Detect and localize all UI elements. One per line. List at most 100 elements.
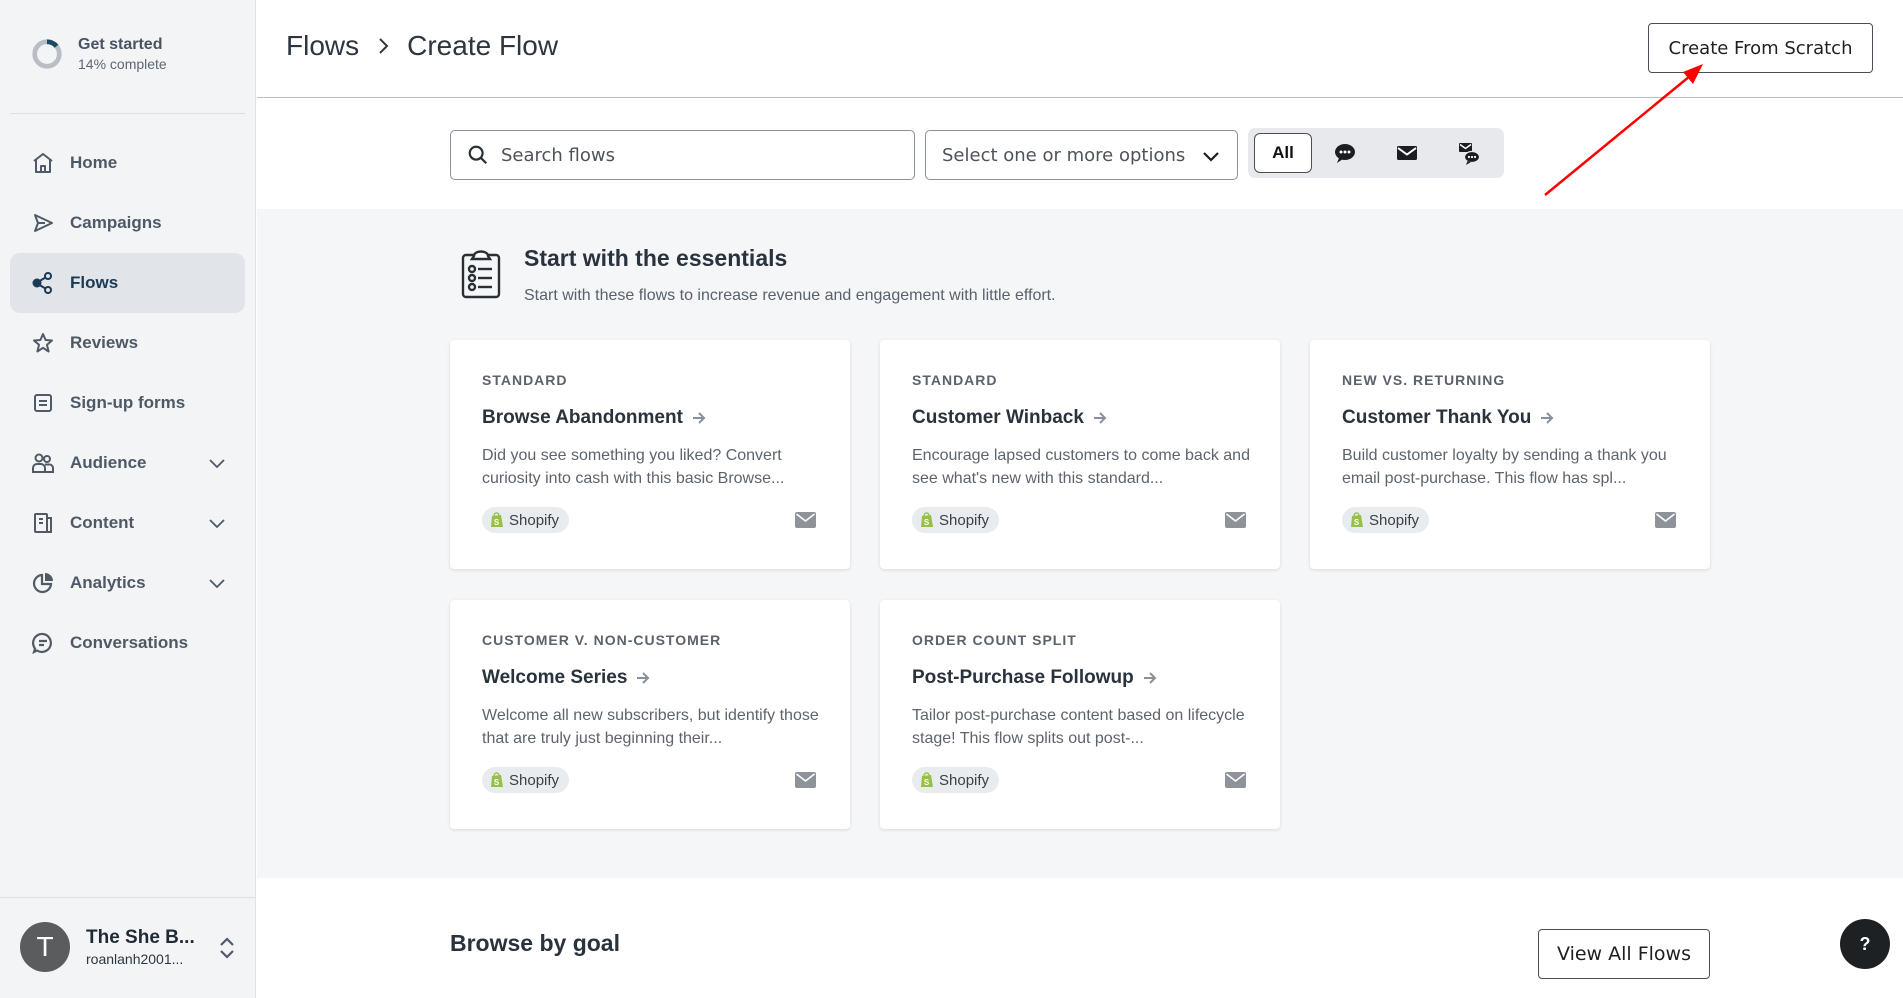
chevron-down-icon[interactable] <box>207 513 227 533</box>
channel-filter: All <box>1248 128 1504 178</box>
help-button[interactable]: ? <box>1840 919 1890 969</box>
email-icon <box>795 772 816 788</box>
sidebar-item-home[interactable]: Home <box>10 133 245 193</box>
get-started-progress: 14% complete <box>78 56 167 72</box>
sidebar-item-label: Content <box>70 513 135 532</box>
flow-card[interactable]: CUSTOMER V. NON-CUSTOMER Welcome Series … <box>450 600 850 829</box>
sidebar-item-audience[interactable]: Audience <box>10 433 245 493</box>
svg-text:S: S <box>494 778 500 787</box>
integration-label: Shopify <box>939 771 990 789</box>
shopify-icon: S <box>491 512 503 527</box>
flow-card-title[interactable]: Browse Abandonment <box>482 407 707 429</box>
flow-card-tag: STANDARD <box>912 372 998 388</box>
sidebar-item-label: Conversations <box>70 633 189 652</box>
chevron-down-icon <box>1203 152 1219 162</box>
channel-sms-button[interactable] <box>1316 133 1374 173</box>
flow-card[interactable]: ORDER COUNT SPLIT Post-Purchase Followup… <box>880 600 1280 829</box>
sidebar-item-reviews[interactable]: Reviews <box>10 313 245 373</box>
sidebar-nav: Home Campaigns Flows Reviews Sign-up for… <box>10 133 245 673</box>
arrow-right-icon <box>692 412 706 424</box>
shopify-icon: S <box>921 772 933 787</box>
flow-card-title-text: Welcome Series <box>482 667 628 688</box>
integration-label: Shopify <box>1369 511 1420 529</box>
filter-bar: Select one or more options All <box>257 99 1903 209</box>
sidebar-item-flows[interactable]: Flows <box>10 253 245 313</box>
flow-card-tag: CUSTOMER V. NON-CUSTOMER <box>482 632 722 648</box>
account-switcher[interactable]: T The She B... roanlanh2001... <box>20 922 240 972</box>
sidebar: Get started 14% complete Home Campaigns … <box>0 0 256 998</box>
star-icon <box>30 330 56 356</box>
flow-card[interactable]: STANDARD Browse Abandonment Did you see … <box>450 340 850 569</box>
arrow-right-icon <box>637 672 650 684</box>
arrow-right-icon <box>1541 412 1554 424</box>
breadcrumb: Flows Create Flow <box>286 30 558 62</box>
view-all-flows-button[interactable]: View All Flows <box>1538 929 1710 979</box>
svg-text:S: S <box>1354 518 1360 527</box>
flow-card-tag: NEW VS. RETURNING <box>1342 372 1506 388</box>
flow-card[interactable]: STANDARD Customer Winback Encourage laps… <box>880 340 1280 569</box>
chevron-up-down-icon[interactable] <box>216 934 238 962</box>
browse-by-goal-title: Browse by goal <box>450 930 620 956</box>
flow-card-title[interactable]: Customer Winback <box>912 407 1108 429</box>
breadcrumb-flows[interactable]: Flows <box>286 30 359 62</box>
flow-card-tag: STANDARD <box>482 372 568 388</box>
form-icon <box>30 390 56 416</box>
send-icon <box>30 210 56 236</box>
avatar: T <box>20 922 70 972</box>
sidebar-item-analytics[interactable]: Analytics <box>10 553 245 613</box>
sidebar-divider <box>10 113 245 114</box>
flow-card-title[interactable]: Welcome Series <box>482 667 651 689</box>
shopify-icon: S <box>1351 512 1363 527</box>
svg-text:S: S <box>924 778 930 787</box>
flow-card-description: Did you see something you liked? Convert… <box>482 447 785 487</box>
flow-card-description: Welcome all new subscribers, but identif… <box>482 707 819 747</box>
flow-card-title[interactable]: Customer Thank You <box>1342 407 1555 429</box>
account-name: The She B... <box>86 927 195 948</box>
flow-card-title[interactable]: Post-Purchase Followup <box>912 667 1158 689</box>
flow-card-description: Build customer loyalty by sending a than… <box>1342 447 1667 487</box>
page-header: Flows Create Flow Create From Scratch <box>257 0 1903 98</box>
get-started-widget[interactable]: Get started 14% complete <box>30 34 167 74</box>
arrow-right-icon <box>1093 412 1107 424</box>
analytics-icon <box>30 570 56 596</box>
sidebar-item-label: Sign-up forms <box>70 393 186 412</box>
integration-badge: S Shopify <box>1342 507 1430 533</box>
email-icon <box>1225 772 1246 788</box>
create-from-scratch-button[interactable]: Create From Scratch <box>1648 23 1873 73</box>
integration-badge: S Shopify <box>482 507 570 533</box>
chevron-down-icon[interactable] <box>207 453 227 473</box>
search-input[interactable] <box>501 144 901 166</box>
content-icon <box>30 510 56 536</box>
search-field[interactable] <box>450 130 915 180</box>
home-icon <box>30 150 56 176</box>
conversations-icon <box>30 630 56 656</box>
svg-text:S: S <box>494 518 500 527</box>
flow-card-title-text: Browse Abandonment <box>482 407 683 428</box>
integration-badge: S Shopify <box>482 767 570 793</box>
search-icon <box>468 145 488 165</box>
essentials-title: Start with the essentials <box>524 245 788 271</box>
channel-email-button[interactable] <box>1378 133 1436 173</box>
shopify-icon: S <box>491 772 503 787</box>
sidebar-item-signup-forms[interactable]: Sign-up forms <box>10 373 245 433</box>
sms-icon <box>1335 144 1355 163</box>
sidebar-item-conversations[interactable]: Conversations <box>10 613 245 673</box>
sidebar-item-campaigns[interactable]: Campaigns <box>10 193 245 253</box>
integration-label: Shopify <box>509 771 560 789</box>
channel-all-button[interactable]: All <box>1254 133 1312 173</box>
sidebar-item-label: Audience <box>70 453 147 472</box>
channel-email-sms-button[interactable] <box>1440 133 1498 173</box>
category-select[interactable]: Select one or more options <box>925 130 1238 180</box>
chevron-down-icon[interactable] <box>207 573 227 593</box>
flow-card[interactable]: NEW VS. RETURNING Customer Thank You Bui… <box>1310 340 1710 569</box>
sidebar-item-label: Reviews <box>70 333 139 352</box>
sidebar-item-label: Campaigns <box>70 213 162 232</box>
sidebar-divider <box>0 897 255 898</box>
flow-card-title-text: Customer Winback <box>912 407 1084 428</box>
sidebar-item-label: Analytics <box>70 573 146 592</box>
audience-icon <box>30 450 56 476</box>
sidebar-item-content[interactable]: Content <box>10 493 245 553</box>
integration-badge: S Shopify <box>912 507 1000 533</box>
email-icon <box>1225 512 1246 528</box>
svg-text:S: S <box>924 518 930 527</box>
